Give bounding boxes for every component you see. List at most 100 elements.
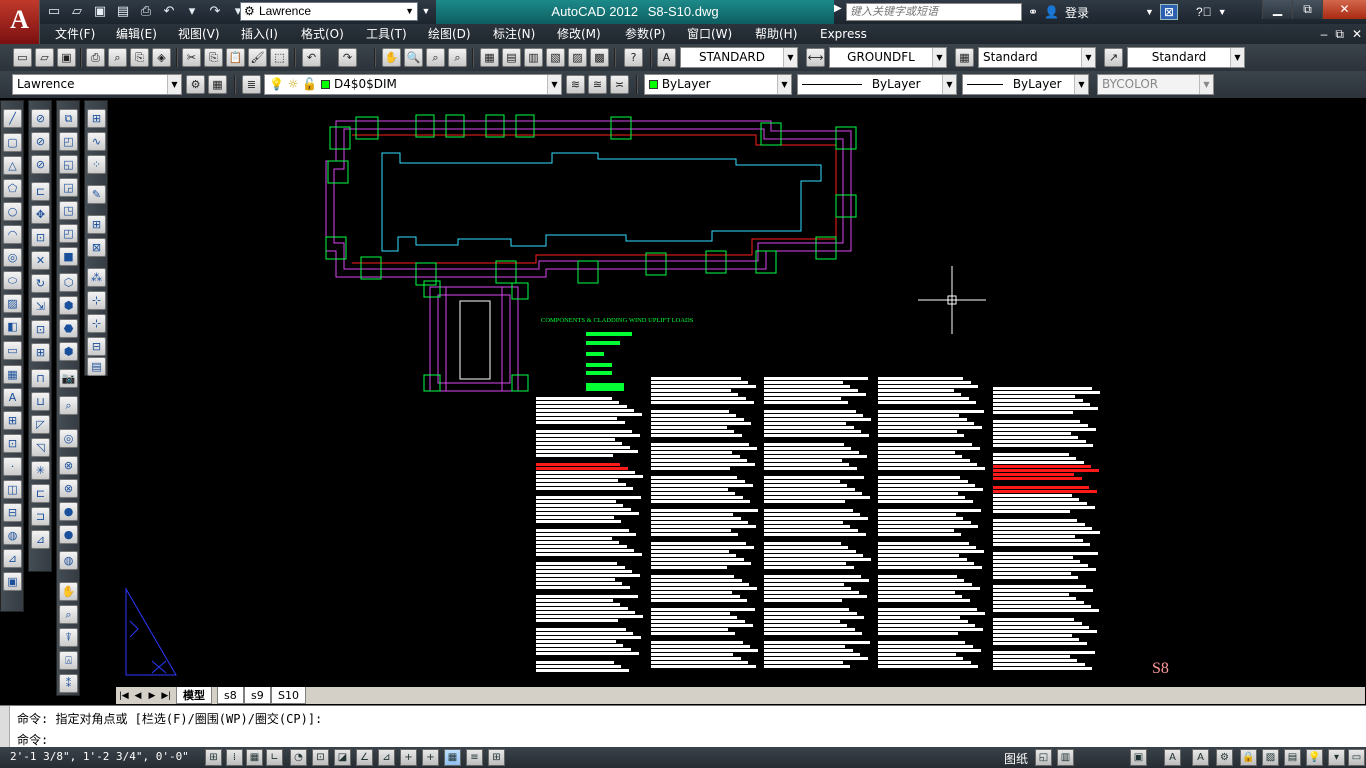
3d-orbit-icon[interactable]: ◎ bbox=[59, 429, 78, 448]
snap-mode-icon[interactable]: ⁞ bbox=[226, 749, 243, 766]
workspace-switching-icon[interactable]: ⚙ bbox=[1216, 749, 1233, 766]
mirror-icon[interactable]: ⊘ bbox=[31, 155, 50, 174]
lengthen-icon[interactable]: ⊐ bbox=[31, 507, 50, 526]
layer-previous-icon[interactable]: ≊ bbox=[588, 75, 607, 94]
last-tab-icon[interactable]: ▶| bbox=[160, 688, 172, 702]
zoom-icon[interactable]: ⌕ bbox=[59, 605, 78, 624]
undo-icon[interactable]: ↶ bbox=[159, 2, 179, 22]
exchange-icon[interactable]: ⊠ bbox=[1159, 4, 1179, 20]
redo-icon[interactable]: ↷ bbox=[205, 2, 225, 22]
paste-icon[interactable]: 📋 bbox=[226, 48, 245, 67]
linetype-select[interactable]: ByLayer ▼ bbox=[797, 74, 957, 95]
next-tab-icon[interactable]: ▶ bbox=[146, 688, 158, 702]
match-properties-icon[interactable]: 🖌 bbox=[248, 48, 267, 67]
pan-realtime-icon[interactable]: ✋ bbox=[59, 582, 78, 601]
grid-icon[interactable]: ▦ bbox=[246, 749, 263, 766]
dim-style-icon[interactable]: ⟷ bbox=[806, 48, 825, 67]
object-snap-icon[interactable]: ⊡ bbox=[312, 749, 329, 766]
wedge-icon[interactable]: ◱ bbox=[59, 155, 78, 174]
region-icon[interactable]: ▭ bbox=[3, 341, 22, 360]
hatch-icon[interactable]: ▨ bbox=[3, 294, 22, 313]
search-expand-icon[interactable]: ▶ bbox=[834, 3, 846, 21]
menu-window[interactable]: 窗口(W) bbox=[687, 24, 732, 44]
render-icon[interactable]: ◍ bbox=[59, 551, 78, 570]
camera-icon[interactable]: 📷 bbox=[59, 369, 78, 388]
wireframe-icon[interactable]: ⊗ bbox=[59, 479, 78, 498]
view-icon[interactable]: ▣ bbox=[3, 572, 22, 591]
torus-icon[interactable]: ■ bbox=[59, 247, 78, 266]
table-icon[interactable]: ▦ bbox=[3, 365, 22, 384]
menu-format[interactable]: 格式(O) bbox=[301, 24, 344, 44]
layer-properties-icon[interactable]: ≣ bbox=[242, 75, 261, 94]
tab-model[interactable]: 模型 bbox=[176, 687, 212, 704]
isolate-objects-icon[interactable]: ▤ bbox=[1284, 749, 1301, 766]
attribute-edit-icon[interactable]: ✎ bbox=[87, 185, 106, 204]
table-style-select[interactable]: Standard ▼ bbox=[978, 47, 1096, 68]
login-link[interactable]: 登录 bbox=[1065, 4, 1089, 21]
pan-icon[interactable]: ✋ bbox=[382, 48, 401, 67]
coordinate-readout[interactable]: 2'-1 3/8", 1'-2 3/4", 0'-0" bbox=[10, 750, 189, 763]
copy-object-icon[interactable]: ⊘ bbox=[31, 132, 50, 151]
revcloud-icon[interactable]: ◎ bbox=[3, 248, 22, 267]
explode-icon[interactable]: ✳ bbox=[31, 461, 50, 480]
close-icon[interactable]: ✕ bbox=[1322, 0, 1366, 19]
text-style-select[interactable]: STANDARD ▼ bbox=[680, 47, 798, 68]
zoom-window-icon[interactable]: ⌕ bbox=[426, 48, 445, 67]
selection-cycling-icon[interactable]: ⊞ bbox=[488, 749, 505, 766]
zoom-realtime-icon[interactable]: 🔍 bbox=[404, 48, 423, 67]
application-menu-button[interactable]: A bbox=[0, 0, 40, 44]
qnew-icon[interactable]: ▭ bbox=[13, 48, 32, 67]
menu-parametric[interactable]: 参数(P) bbox=[625, 24, 666, 44]
join-icon[interactable]: ⊔ bbox=[31, 392, 50, 411]
group-icon[interactable]: ⊞ bbox=[87, 109, 106, 128]
quickcalc-icon[interactable]: ▩ bbox=[590, 48, 609, 67]
lineweight-select[interactable]: ByLayer ▼ bbox=[962, 74, 1089, 95]
ellipse-icon[interactable]: ⬭ bbox=[3, 271, 22, 290]
line-icon[interactable]: ╱ bbox=[3, 109, 22, 128]
save-icon[interactable]: ▣ bbox=[90, 2, 110, 22]
break-icon[interactable]: ⊓ bbox=[31, 369, 50, 388]
arc-icon[interactable]: ◠ bbox=[3, 225, 22, 244]
trim-icon[interactable]: ⊡ bbox=[31, 320, 50, 339]
zoom-extents-icon[interactable]: ⌕ bbox=[59, 396, 78, 415]
save-icon[interactable]: ▣ bbox=[57, 48, 76, 67]
menu-help[interactable]: 帮助(H) bbox=[755, 24, 797, 44]
conceptual-icon[interactable]: ● bbox=[59, 525, 78, 544]
move-icon[interactable]: ⊡ bbox=[31, 228, 50, 247]
copy-icon[interactable]: ⎘ bbox=[204, 48, 223, 67]
tab-s8[interactable]: s8 bbox=[217, 687, 244, 704]
help-icon[interactable]: ? bbox=[624, 48, 643, 67]
helix-icon[interactable]: ⬢ bbox=[59, 296, 78, 315]
quick-view-drawings-icon[interactable]: ▥ bbox=[1057, 749, 1074, 766]
delete-xref-icon[interactable]: ⊠ bbox=[87, 238, 106, 257]
polyline-icon[interactable]: △ bbox=[3, 156, 22, 175]
menu-draw[interactable]: 绘图(D) bbox=[428, 24, 471, 44]
lineweight-toggle-icon[interactable]: + bbox=[422, 749, 439, 766]
properties-icon[interactable]: ▦ bbox=[480, 48, 499, 67]
layout-icon[interactable]: ▤ bbox=[87, 357, 106, 376]
annotation-scale-icon[interactable]: A bbox=[1164, 749, 1181, 766]
workspace-select-toolbar[interactable]: Lawrence ▼ bbox=[12, 74, 182, 95]
snap-settings-icon[interactable]: ⁂ bbox=[87, 268, 106, 287]
sphere-icon[interactable]: ◳ bbox=[59, 201, 78, 220]
quick-properties-icon[interactable]: ≡ bbox=[466, 749, 483, 766]
point-icon[interactable]: · bbox=[3, 457, 22, 476]
login-dropdown-icon[interactable]: ▼ bbox=[1145, 7, 1154, 17]
layer-state-icon[interactable]: ≍ bbox=[610, 75, 629, 94]
3d-orbit-icon[interactable]: ◍ bbox=[3, 526, 22, 545]
user-icon[interactable]: 👤 bbox=[1044, 5, 1059, 19]
command-input[interactable]: 命令: bbox=[17, 731, 48, 748]
drawing-close-icon[interactable]: ✕ bbox=[1352, 24, 1362, 44]
ucs-icon[interactable]: ⊿ bbox=[3, 549, 22, 568]
markup-icon[interactable]: ▨ bbox=[568, 48, 587, 67]
workspace-settings-icon[interactable]: ⚙ bbox=[186, 75, 205, 94]
menu-file[interactable]: 文件(F) bbox=[55, 24, 95, 44]
help-icon[interactable]: ?⃝ bbox=[1196, 5, 1212, 19]
binoculars-icon[interactable]: ⚭ bbox=[1028, 5, 1038, 19]
rotate-icon[interactable]: ✕ bbox=[31, 251, 50, 270]
transparency-icon[interactable]: ▦ bbox=[444, 749, 461, 766]
publish-icon[interactable]: ⎘ bbox=[130, 48, 149, 67]
spline-icon[interactable]: ∿ bbox=[87, 132, 106, 151]
ortho-mode-icon[interactable]: ∟ bbox=[266, 749, 283, 766]
construction-line-icon[interactable]: ▢ bbox=[3, 133, 22, 152]
